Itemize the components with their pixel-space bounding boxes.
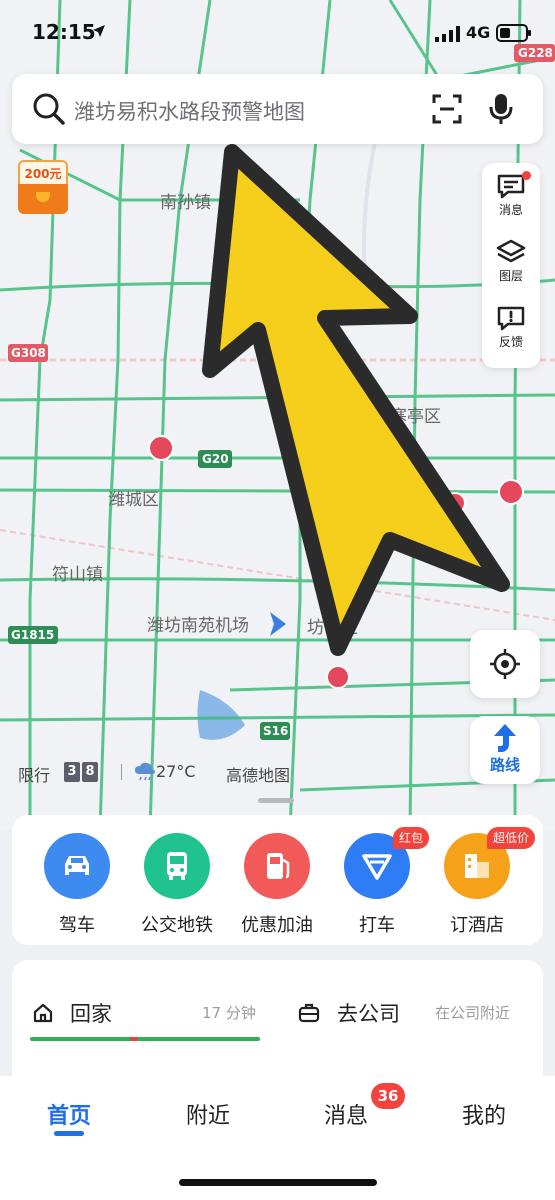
service-transit[interactable]: 公交地铁 (127, 833, 227, 937)
service-label: 优惠加油 (241, 915, 313, 936)
battery-icon (496, 24, 531, 42)
layers-icon (496, 239, 526, 263)
home-icon (33, 1003, 53, 1023)
services-panel: 驾车 公交地铁 优惠加油 打车 红包 订酒店 超低价 (12, 815, 543, 945)
service-drive[interactable]: 驾车 (27, 833, 127, 937)
go-to-work-button[interactable]: 去公司 (337, 998, 400, 1028)
coupon-red-envelope[interactable]: 200元 (18, 160, 68, 214)
home-indicator[interactable] (179, 1179, 377, 1186)
shield-g308: G308 (11, 346, 46, 360)
feedback-icon (497, 306, 525, 331)
home-eta: 17 分钟 (202, 1004, 256, 1022)
map-label-nansun: 南孙镇 (160, 193, 211, 213)
side-item-label: 反馈 (498, 335, 523, 349)
signal-icon (435, 26, 460, 42)
tab-nearby[interactable]: 附近 (148, 1098, 268, 1130)
service-label: 公交地铁 (141, 915, 213, 936)
coupon-amount: 200元 (24, 167, 62, 181)
briefcase-icon (298, 1003, 320, 1023)
locate-button[interactable] (470, 630, 540, 698)
service-label: 订酒店 (450, 915, 504, 936)
map-label-weicheng: 潍城区 (108, 490, 159, 510)
car-icon (65, 856, 89, 875)
service-hotel[interactable]: 订酒店 超低价 (427, 827, 536, 937)
shield-s16: S16 (263, 724, 288, 738)
search-icon (33, 93, 65, 125)
fuel-icon (267, 853, 290, 879)
status-bar: 12:15 4G (0, 0, 555, 68)
map-side-panel: 消息 图层 反馈 (482, 163, 540, 368)
route-arrow-icon (494, 724, 516, 752)
traffic-bar (30, 1037, 260, 1041)
search-input[interactable]: 潍坊易积水路段预警地图 (74, 96, 305, 126)
bus-icon (167, 852, 187, 880)
messages-badge: 36 (371, 1083, 405, 1109)
go-home-button[interactable]: 回家 (70, 998, 112, 1028)
commute-card: 回家 17 分钟 去公司 在公司附近 (12, 960, 543, 1090)
status-time: 12:15 (32, 20, 96, 44)
tab-home[interactable]: 首页 (9, 1098, 129, 1130)
plate-number-2: 8 (82, 762, 98, 782)
cloud-rain-icon (135, 762, 155, 781)
map-label-airport: 潍坊南苑机场 (147, 616, 249, 636)
red-envelope-icon (18, 184, 68, 214)
shield-g20: G20 (202, 452, 229, 466)
side-item-feedback[interactable]: 反馈 (482, 297, 540, 361)
service-icon-circle (144, 833, 210, 899)
side-item-label: 图层 (498, 269, 523, 283)
envelope-seal (36, 192, 50, 202)
tab-me[interactable]: 我的 (424, 1098, 544, 1130)
traffic-congestion-segment (130, 1037, 138, 1041)
location-arrow-icon (93, 25, 105, 37)
side-item-layers[interactable]: 图层 (482, 231, 540, 295)
network-type: 4G (466, 23, 491, 42)
microphone-icon[interactable] (488, 92, 514, 126)
service-label: 打车 (359, 915, 395, 936)
service-label: 驾车 (59, 915, 95, 936)
map-label-fushan: 符山镇 (52, 565, 103, 585)
active-tab-indicator (54, 1131, 84, 1136)
service-badge: 红包 (393, 827, 430, 849)
divider (121, 764, 122, 780)
service-taxi[interactable]: 打车 红包 (327, 827, 430, 937)
restriction-label: 限行 (18, 766, 51, 785)
side-item-messages[interactable]: 消息 (482, 165, 540, 229)
scan-icon[interactable] (432, 94, 462, 124)
work-status: 在公司附近 (435, 1004, 511, 1022)
brand-watermark: 高德地图 (226, 766, 291, 785)
temperature: 27°C (156, 762, 196, 781)
taxi-icon (362, 854, 392, 880)
route-label: 路线 (489, 756, 520, 774)
service-icon-circle (44, 833, 110, 899)
plate-number-1: 3 (64, 762, 80, 782)
notification-dot (522, 171, 531, 180)
service-fuel[interactable]: 优惠加油 (227, 833, 327, 937)
service-icon-circle (244, 833, 310, 899)
shield-g1815: G1815 (11, 628, 54, 642)
hotel-icon (465, 854, 489, 878)
drag-handle[interactable] (258, 798, 294, 803)
coupon-top: 200元 (18, 160, 68, 186)
crosshair-icon (490, 649, 520, 679)
service-badge: 超低价 (487, 827, 536, 849)
side-item-label: 消息 (498, 203, 523, 217)
search-bar[interactable]: 潍坊易积水路段预警地图 (12, 74, 543, 144)
route-button[interactable]: 路线 (470, 716, 540, 784)
